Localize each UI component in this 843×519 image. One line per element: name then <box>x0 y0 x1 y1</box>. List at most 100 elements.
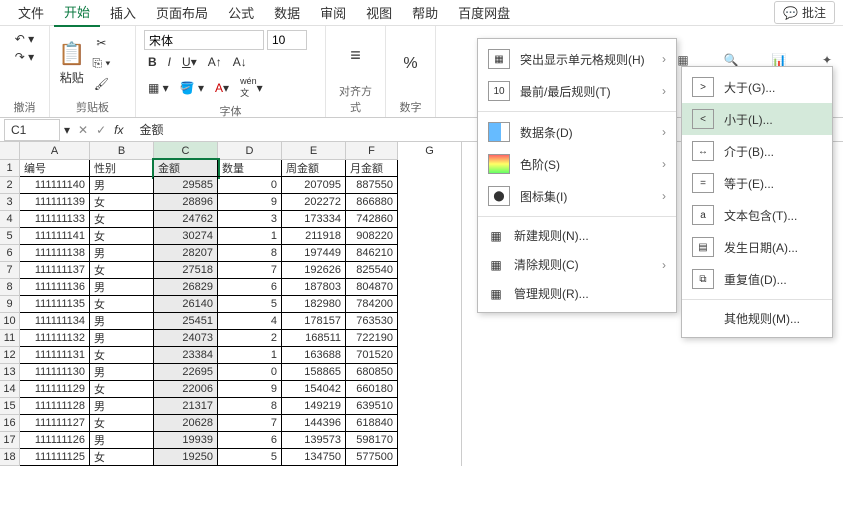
cell[interactable]: 197449 <box>282 245 346 262</box>
cell[interactable]: 女 <box>90 449 154 466</box>
cell[interactable]: 149219 <box>282 398 346 415</box>
cell[interactable]: 6 <box>218 279 282 296</box>
borders-button[interactable]: ▦ ▾ <box>144 79 173 97</box>
cell[interactable]: 908220 <box>346 228 398 245</box>
row-header[interactable]: 16 <box>0 415 20 432</box>
cell[interactable]: 680850 <box>346 364 398 381</box>
select-all-corner[interactable] <box>0 142 20 160</box>
cf-icon-sets[interactable]: ⬤ 图标集(I)› <box>478 180 676 212</box>
cell[interactable]: 27518 <box>154 262 218 279</box>
cell[interactable]: 月金额 <box>346 160 398 177</box>
rule-less-than[interactable]: <小于(L)... <box>682 103 832 135</box>
cell[interactable]: 26140 <box>154 296 218 313</box>
cell[interactable]: 887550 <box>346 177 398 194</box>
menu-tab-data[interactable]: 数据 <box>264 0 310 26</box>
row-header[interactable]: 18 <box>0 449 20 466</box>
cell[interactable]: 134750 <box>282 449 346 466</box>
cell[interactable]: 28207 <box>154 245 218 262</box>
cell[interactable]: 4 <box>218 313 282 330</box>
col-header-b[interactable]: B <box>90 142 154 160</box>
cf-data-bars[interactable]: 数据条(D)› <box>478 116 676 148</box>
cell[interactable]: 660180 <box>346 381 398 398</box>
cell[interactable]: 846210 <box>346 245 398 262</box>
cell[interactable]: 5 <box>218 296 282 313</box>
row-header[interactable]: 14 <box>0 381 20 398</box>
cell[interactable]: 男 <box>90 279 154 296</box>
menu-tab-insert[interactable]: 插入 <box>100 0 146 26</box>
underline-button[interactable]: U ▾ <box>178 53 201 71</box>
fx-icon[interactable]: fx <box>114 123 123 137</box>
rule-greater-than[interactable]: >大于(G)... <box>682 71 832 103</box>
cell[interactable]: 男 <box>90 245 154 262</box>
row-header[interactable]: 11 <box>0 330 20 347</box>
fill-color-button[interactable]: 🪣 ▾ <box>176 79 208 97</box>
col-header-d[interactable]: D <box>218 142 282 160</box>
cell[interactable]: 111111137 <box>20 262 90 279</box>
cell[interactable]: 26829 <box>154 279 218 296</box>
rule-other[interactable]: 其他规则(M)... <box>682 304 832 333</box>
cell[interactable]: 22006 <box>154 381 218 398</box>
comment-button[interactable]: 💬 批注 <box>774 1 835 24</box>
cell[interactable]: 女 <box>90 194 154 211</box>
cell[interactable]: 618840 <box>346 415 398 432</box>
row-header[interactable]: 13 <box>0 364 20 381</box>
phonetic-button[interactable]: wén文 ▾ <box>236 74 267 101</box>
cf-new-rule[interactable]: ▦ 新建规则(N)... <box>478 221 676 250</box>
cell[interactable]: 0 <box>218 364 282 381</box>
row-header[interactable]: 1 <box>0 160 20 177</box>
menu-tab-baidu[interactable]: 百度网盘 <box>448 0 520 26</box>
rule-equal[interactable]: =等于(E)... <box>682 167 832 199</box>
menu-tab-home[interactable]: 开始 <box>54 0 100 27</box>
font-name-select[interactable] <box>144 30 264 50</box>
cell[interactable]: 7 <box>218 262 282 279</box>
cell[interactable]: 111111127 <box>20 415 90 432</box>
cf-manage-rules[interactable]: ▦ 管理规则(R)... <box>478 279 676 308</box>
cell[interactable]: 139573 <box>282 432 346 449</box>
menu-tab-help[interactable]: 帮助 <box>402 0 448 26</box>
cell[interactable]: 111111139 <box>20 194 90 211</box>
cell[interactable]: 173334 <box>282 211 346 228</box>
decrease-font-button[interactable]: A↓ <box>229 53 251 71</box>
cell[interactable]: 男 <box>90 313 154 330</box>
cell[interactable]: 数量 <box>218 160 282 177</box>
cell[interactable]: 9 <box>218 194 282 211</box>
redo-button[interactable]: ↷ ▾ <box>8 48 41 66</box>
cell[interactable]: 男 <box>90 432 154 449</box>
menu-tab-review[interactable]: 审阅 <box>310 0 356 26</box>
number-icon[interactable]: % <box>403 30 417 97</box>
name-box[interactable]: C1 <box>4 119 60 141</box>
cell[interactable]: 192626 <box>282 262 346 279</box>
cell[interactable]: 111111138 <box>20 245 90 262</box>
cell[interactable]: 168511 <box>282 330 346 347</box>
cell[interactable]: 女 <box>90 228 154 245</box>
cell[interactable]: 女 <box>90 262 154 279</box>
cell[interactable]: 19250 <box>154 449 218 466</box>
col-header-c[interactable]: C <box>154 142 218 160</box>
cell[interactable]: 111111129 <box>20 381 90 398</box>
cell[interactable]: 7 <box>218 415 282 432</box>
row-header[interactable]: 15 <box>0 398 20 415</box>
cell[interactable]: 男 <box>90 330 154 347</box>
cell[interactable]: 158865 <box>282 364 346 381</box>
cell[interactable]: 163688 <box>282 347 346 364</box>
cell[interactable]: 3 <box>218 211 282 228</box>
cf-highlight-rules[interactable]: ▦ 突出显示单元格规则(H)› <box>478 43 676 75</box>
cell[interactable]: 111111128 <box>20 398 90 415</box>
rule-duplicate-values[interactable]: ⧉重复值(D)... <box>682 263 832 295</box>
cell[interactable]: 598170 <box>346 432 398 449</box>
cell[interactable]: 0 <box>218 177 282 194</box>
menu-tab-pagelayout[interactable]: 页面布局 <box>146 0 218 26</box>
alignment-icon[interactable]: ≡ <box>350 30 361 81</box>
cell[interactable]: 722190 <box>346 330 398 347</box>
cell[interactable]: 211918 <box>282 228 346 245</box>
menu-tab-formulas[interactable]: 公式 <box>218 0 264 26</box>
row-header[interactable]: 12 <box>0 347 20 364</box>
rule-text-contains[interactable]: a文本包含(T)... <box>682 199 832 231</box>
cell[interactable]: 28896 <box>154 194 218 211</box>
cell[interactable]: 性别 <box>90 160 154 177</box>
row-header[interactable]: 4 <box>0 211 20 228</box>
cell[interactable]: 111111133 <box>20 211 90 228</box>
cell[interactable]: 639510 <box>346 398 398 415</box>
cf-color-scales[interactable]: 色阶(S)› <box>478 148 676 180</box>
cell[interactable]: 21317 <box>154 398 218 415</box>
